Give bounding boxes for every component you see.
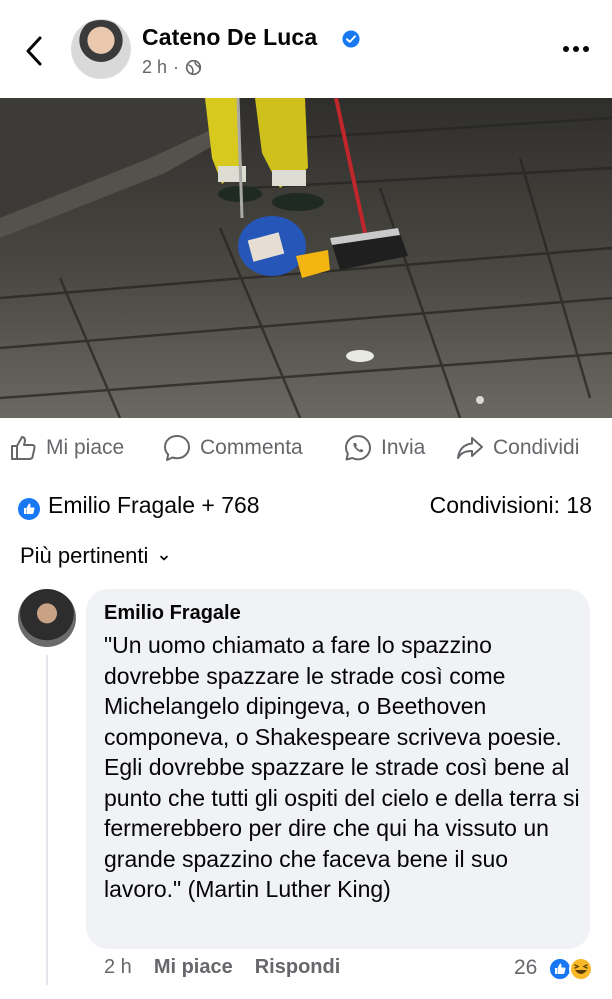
thread-line [46, 655, 48, 985]
filter-label: Più pertinenti [20, 543, 149, 568]
comment-text: "Un uomo chiamato a fare lo spazzino dov… [104, 632, 580, 902]
share-label: Condividi [493, 436, 580, 459]
send-button[interactable]: Invia [343, 425, 425, 471]
share-icon [457, 437, 483, 459]
comment-reaction-count[interactable]: 26 [514, 956, 537, 980]
whatsapp-icon [345, 435, 371, 461]
more-icon[interactable] [560, 36, 592, 62]
author-avatar[interactable] [71, 19, 131, 79]
comment-like-button[interactable]: Mi piace [154, 956, 233, 979]
globe-icon [185, 59, 202, 76]
comment-filter-dropdown[interactable]: Più pertinenti [20, 543, 170, 569]
street-sweeping-photo [0, 98, 612, 418]
comment-reply-button[interactable]: Rispondi [255, 956, 341, 979]
commenter-avatar[interactable] [18, 589, 76, 647]
like-reaction-icon [18, 498, 40, 520]
share-button[interactable]: Condividi [455, 425, 579, 471]
meta-separator: · [173, 57, 180, 77]
post-author-name[interactable]: Cateno De Luca [142, 24, 317, 51]
verified-badge-icon [342, 30, 360, 48]
post-photo[interactable] [0, 98, 612, 418]
comment-icon [164, 435, 190, 461]
chevron-down-icon [160, 555, 169, 561]
comment-reactions-icons[interactable] [548, 956, 612, 982]
reactions-row: Emilio Fragale + 768 Condivisioni: 18 [0, 488, 612, 528]
reactions-summary[interactable]: Emilio Fragale + 768 [48, 492, 260, 519]
comment-actions: 2 h Mi piace Rispondi [104, 956, 340, 979]
commenter-name[interactable]: Emilio Fragale [104, 602, 241, 625]
send-label: Invia [381, 436, 426, 459]
comment-time[interactable]: 2 h [104, 956, 132, 979]
chevron-left-icon[interactable] [22, 34, 46, 68]
like-button[interactable]: Mi piace [8, 425, 124, 471]
like-reaction-icon [548, 957, 572, 981]
post-header: Cateno De Luca 2 h · [0, 0, 612, 98]
post-time[interactable]: 2 h [142, 57, 167, 78]
comment-label: Commenta [200, 436, 303, 459]
thumbs-up-icon [11, 436, 36, 460]
haha-reaction-icon [569, 957, 593, 981]
comment-button[interactable]: Commenta [162, 425, 303, 471]
post-actions: Mi piace Commenta Invia Condividi [0, 425, 612, 471]
post-meta: 2 h · [142, 57, 202, 78]
shares-count[interactable]: Condivisioni: 18 [430, 492, 592, 519]
like-label: Mi piace [46, 436, 125, 459]
